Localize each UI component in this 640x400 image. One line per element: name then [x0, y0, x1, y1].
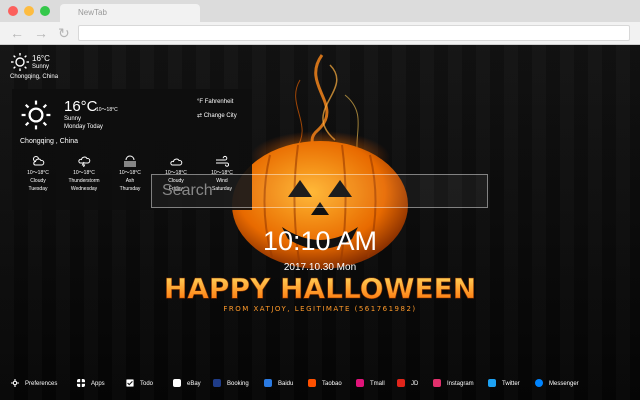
shortcut-instagram[interactable]: Instagram [433, 378, 474, 390]
current-temperature: 16°C [32, 54, 50, 63]
shortcut-label: Twitter [502, 381, 520, 387]
panel-condition: Sunny [64, 116, 82, 122]
current-city: Chongqing, China [10, 74, 59, 80]
forecast-weekday: Tuesday [28, 186, 48, 192]
shortcut-label: Instagram [447, 381, 474, 387]
search-input[interactable]: Search [151, 174, 488, 208]
todo-label: Todo [140, 381, 154, 387]
shortcut-label: Messenger [549, 381, 579, 387]
wind-icon [216, 155, 229, 167]
shortcut-label: Booking [227, 381, 249, 387]
shortcut-label: Tmall [370, 381, 385, 387]
shortcut-messenger[interactable]: Messenger [535, 378, 579, 390]
tab-title: NewTab [78, 8, 107, 17]
browser-tab-bar: NewTab [0, 0, 640, 22]
shortcut-label: Baidu [278, 381, 294, 387]
shortcut-baidu[interactable]: Baidu [264, 378, 293, 390]
minimize-window-button[interactable] [24, 6, 34, 16]
shortcut-label: JD [411, 381, 419, 387]
forecast-weekday: Thursday [119, 186, 141, 192]
cloud-icon [170, 158, 183, 166]
forecast-day: 10～18°C Cloudy Tuesday [18, 155, 58, 193]
forward-arrow-icon[interactable]: → [34, 25, 48, 41]
shortcut-twitter[interactable]: Twitter [488, 378, 520, 390]
apps-label: Apps [91, 381, 105, 387]
forecast-range: 10～18°C [27, 170, 49, 176]
clock-date: 2017.10.30 Mon [283, 262, 357, 273]
taobao-icon [308, 379, 316, 388]
current-condition: Sunny [32, 64, 50, 70]
jd-icon [397, 379, 405, 388]
booking-icon [213, 379, 221, 388]
apps-grid-icon [77, 379, 85, 388]
forecast-condition: Cloudy [30, 178, 46, 184]
bottom-bar: Preferences Apps Todo eBay Booking Baidu… [0, 372, 640, 396]
address-bar[interactable] [78, 25, 630, 41]
change-city-label: Change City [203, 113, 237, 119]
gear-icon [11, 379, 19, 388]
shortcut-taobao[interactable]: Taobao [308, 378, 342, 390]
preferences-button[interactable]: Preferences [11, 378, 57, 390]
cloud-sun-icon [33, 156, 45, 166]
ebay-icon [173, 379, 181, 388]
fahrenheit-toggle[interactable]: °F Fahrenheit [197, 99, 233, 105]
forecast-day: 10～18°C Ash Thursday [110, 155, 150, 193]
browser-toolbar: ← → ↻ [0, 22, 640, 45]
baidu-icon [264, 379, 272, 388]
sun-icon [21, 100, 51, 130]
panel-temperature-range: 10～18°C [96, 107, 118, 113]
checkbox-icon [126, 379, 134, 388]
panel-day: Monday Today [64, 124, 103, 130]
instagram-icon [433, 379, 441, 388]
shortcut-booking[interactable]: Booking [213, 378, 249, 390]
browser-tab[interactable]: NewTab [60, 4, 200, 22]
panel-temperature: 16°C [64, 98, 98, 115]
preferences-label: Preferences [25, 381, 58, 387]
forecast-day: 10～18°C Thunderstorm Wednesday [64, 155, 104, 193]
shortcut-jd[interactable]: JD [397, 378, 418, 390]
shortcut-ebay[interactable]: eBay [173, 378, 201, 390]
todo-button[interactable]: Todo [126, 378, 153, 390]
maximize-window-button[interactable] [40, 6, 50, 16]
twitter-icon [488, 379, 496, 388]
messenger-icon [535, 379, 543, 388]
panel-city: Chongqing , China [20, 138, 78, 145]
clock-time: 10:10 AM [262, 226, 378, 256]
forecast-condition: Ash [125, 178, 135, 184]
forecast-range: 10～18°C [73, 170, 95, 176]
happy-halloween-headline: HAPPY HALLOWEEN [164, 272, 476, 305]
thunderstorm-icon [78, 156, 91, 167]
shortcut-label: eBay [187, 381, 201, 387]
tmall-icon [356, 379, 364, 388]
change-city-button[interactable]: ⇄ Change City [197, 112, 237, 119]
reload-icon[interactable]: ↻ [58, 25, 70, 41]
forecast-weekday: Wednesday [70, 186, 98, 192]
shortcut-label: Taobao [322, 381, 342, 387]
apps-button[interactable]: Apps [77, 378, 105, 390]
close-window-button[interactable] [8, 6, 18, 16]
shortcut-tmall[interactable]: Tmall [356, 378, 385, 390]
search-placeholder: Search [162, 182, 213, 199]
haze-icon [124, 155, 136, 167]
forecast-condition: Thunderstorm [68, 178, 100, 184]
wallpaper-credit: FROM XATJOY, LEGITIMATE (561761982) [223, 305, 416, 313]
back-arrow-icon[interactable]: ← [10, 25, 24, 41]
forecast-range: 10～18°C [119, 170, 141, 176]
fahrenheit-label: Fahrenheit [204, 99, 234, 105]
sun-icon [11, 53, 29, 71]
